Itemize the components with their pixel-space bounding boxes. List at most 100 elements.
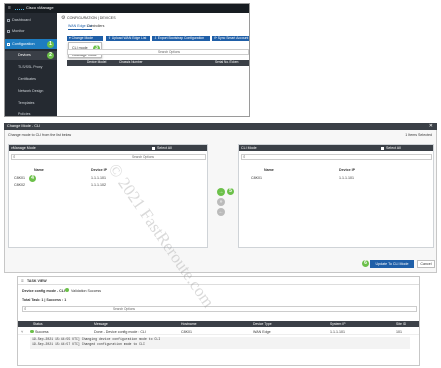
select-all-label: Select All	[157, 146, 172, 150]
step-badge-1: 1	[47, 40, 54, 48]
dialog-title: Change Mode - CLI	[7, 124, 41, 128]
wrench-icon	[7, 42, 10, 46]
column-header-system-ip[interactable]: System IP	[330, 321, 345, 327]
select-all-label: Select All	[386, 146, 401, 150]
sidebar-item-label: Templates	[18, 101, 35, 105]
search-options-dropdown[interactable]: Search Options	[158, 50, 180, 55]
list-title: vManage Mode	[11, 146, 36, 150]
tab-controllers[interactable]: Controllers	[87, 24, 104, 28]
task-site-id: 101	[396, 329, 402, 334]
cisco-logo-icon	[15, 6, 24, 10]
devices-table-header: Device Model Chassis Number Serial No./T…	[67, 60, 249, 66]
column-header-name: Name	[34, 168, 44, 172]
sidebar-item-label: Network Design	[18, 89, 44, 93]
task-message: Done - Device config mode : CLI	[94, 329, 146, 334]
search-icon: ⌕	[243, 154, 246, 159]
top-bar: ≡ Cisco vManage	[5, 4, 249, 13]
task-status: Success	[35, 329, 49, 334]
list-header: CLI Mode Select All	[239, 145, 433, 151]
sidebar-item-monitor[interactable]: Monitor	[5, 26, 57, 36]
device-ip: 1.1.1.101	[91, 176, 106, 180]
column-header-message[interactable]: Message	[94, 321, 108, 327]
column-header-status[interactable]: Status	[33, 321, 43, 327]
search-icon: ⌕	[24, 306, 27, 311]
selected-count: 1 Items Selected	[405, 133, 432, 137]
sidebar-item-label: Policies	[18, 112, 31, 116]
column-header-hostname[interactable]: Hostname	[181, 321, 196, 327]
device-ip: 1.1.1.102	[91, 183, 106, 187]
total-task-summary: Total Task: 1 | Success : 1	[22, 298, 67, 302]
sidebar: Dashboard Monitor Configuration 1 Device…	[5, 13, 57, 116]
select-all-checkbox[interactable]	[381, 146, 384, 150]
cancel-button[interactable]: Cancel	[417, 260, 435, 268]
gear-icon: ⚙	[61, 15, 66, 21]
button-label: Cancel	[420, 262, 432, 266]
step-badge-5: 5	[227, 188, 234, 195]
sidebar-item-label: Certificates	[18, 77, 36, 81]
validation-status: Validation Success	[71, 289, 102, 293]
sync-smart-account-button[interactable]: ⟳ Sync Smart Account	[212, 36, 249, 41]
close-icon[interactable]: ✕	[429, 123, 433, 130]
button-label: Update To CLI Mode	[375, 262, 409, 266]
check-icon	[65, 288, 69, 292]
column-header-device-ip: Device IP	[339, 168, 355, 172]
sidebar-item-label: Dashboard	[12, 18, 31, 22]
search-input[interactable]: Search Options	[67, 49, 249, 55]
expand-icon[interactable]: ˅	[21, 329, 23, 334]
breadcrumb: CONFIGURATION | DEVICES	[67, 16, 116, 20]
move-right-button[interactable]: →	[217, 188, 225, 196]
search-input[interactable]: ⌕ Search Options	[11, 154, 206, 160]
menu-icon[interactable]: ≡	[21, 278, 24, 283]
table-row[interactable]: ˅ Success Done - Device config mode : CL…	[18, 328, 419, 335]
export-bootstrap-button[interactable]: ⇩ Export Bootstrap Configuration	[152, 36, 210, 41]
search-options-dropdown[interactable]: Search Options	[113, 307, 135, 312]
update-to-cli-mode-button[interactable]: Update To CLI Mode	[370, 260, 414, 268]
search-input[interactable]: ⌕	[241, 154, 432, 160]
sidebar-item-network-design[interactable]: Network Design	[5, 87, 57, 96]
device-name: C8K02	[14, 183, 25, 187]
sidebar-item-templates[interactable]: Templates	[5, 99, 57, 108]
search-input[interactable]: ⌕ Search Options	[22, 306, 417, 312]
move-left-button[interactable]: ←	[217, 208, 225, 216]
column-header-site-id[interactable]: Site ID	[396, 321, 406, 327]
column-header-chassis-number[interactable]: Chassis Number	[119, 60, 143, 65]
column-header-device-type[interactable]: Device Type	[253, 321, 272, 327]
sidebar-item-policies[interactable]: Policies	[5, 110, 57, 116]
search-options-dropdown[interactable]: Search Options	[132, 155, 154, 160]
sidebar-item-tls-proxy[interactable]: TLS/SSL Proxy	[5, 63, 57, 72]
status-line: Device config mode - CLI	[22, 289, 65, 293]
brand-title: Cisco vManage	[26, 5, 54, 11]
sidebar-item-label: TLS/SSL Proxy	[18, 65, 43, 69]
device-name: C8K01	[14, 176, 25, 180]
column-header-device-model[interactable]: Device Model	[87, 60, 106, 65]
sidebar-item-certificates[interactable]: Certificates	[5, 75, 57, 84]
vmanage-mode-list: vManage Mode Select All ⌕ Search Options…	[8, 144, 208, 248]
task-log: 19-Sep-2021 15:44:55 UTC] Changing devic…	[30, 337, 410, 349]
list-item[interactable]: C8K01 1.1.1.101	[239, 175, 433, 181]
list-item[interactable]: C8K02 1.1.1.102	[9, 182, 207, 188]
sidebar-item-dashboard[interactable]: Dashboard	[5, 15, 57, 25]
cli-mode-list: CLI Mode Select All ⌕ Name Device IP C8K…	[238, 144, 434, 248]
sidebar-item-label: Devices	[18, 53, 31, 57]
sidebar-item-label: Configuration	[12, 42, 35, 46]
column-header-serial-token[interactable]: Serial No./Token	[215, 60, 238, 65]
move-all-right-button[interactable]: »	[217, 198, 225, 206]
task-table-header: Status Message Hostname Device Type Syst…	[18, 321, 419, 327]
column-header-name: Name	[264, 168, 274, 172]
dashboard-icon	[7, 18, 10, 22]
sidebar-item-devices[interactable]: Devices 2	[5, 51, 57, 60]
task-view-window: ≡ TASK VIEW Device config mode - CLI Val…	[17, 276, 420, 366]
dialog-subtitle: Change mode to CLI from the list below	[8, 133, 72, 137]
success-icon	[30, 329, 34, 333]
change-mode-button[interactable]: ▾ Change Mode	[67, 36, 103, 41]
monitor-icon	[7, 29, 10, 33]
menu-icon[interactable]: ≡	[8, 6, 13, 11]
task-device-type: WAN Edge	[253, 329, 271, 334]
select-all-checkbox[interactable]	[152, 146, 155, 150]
upload-wan-edge-button[interactable]: ⇧ Upload WAN Edge List	[106, 36, 150, 41]
vmanage-devices-window: ≡ Cisco vManage Dashboard Monitor Config…	[4, 3, 250, 117]
sidebar-item-configuration[interactable]: Configuration 1	[5, 39, 57, 49]
device-name: C8K01	[251, 176, 262, 180]
dialog-title-bar: Change Mode - CLI ✕	[4, 123, 437, 130]
log-line: 19-Sep-2021 15:44:57 UTC] Changed config…	[32, 342, 145, 346]
